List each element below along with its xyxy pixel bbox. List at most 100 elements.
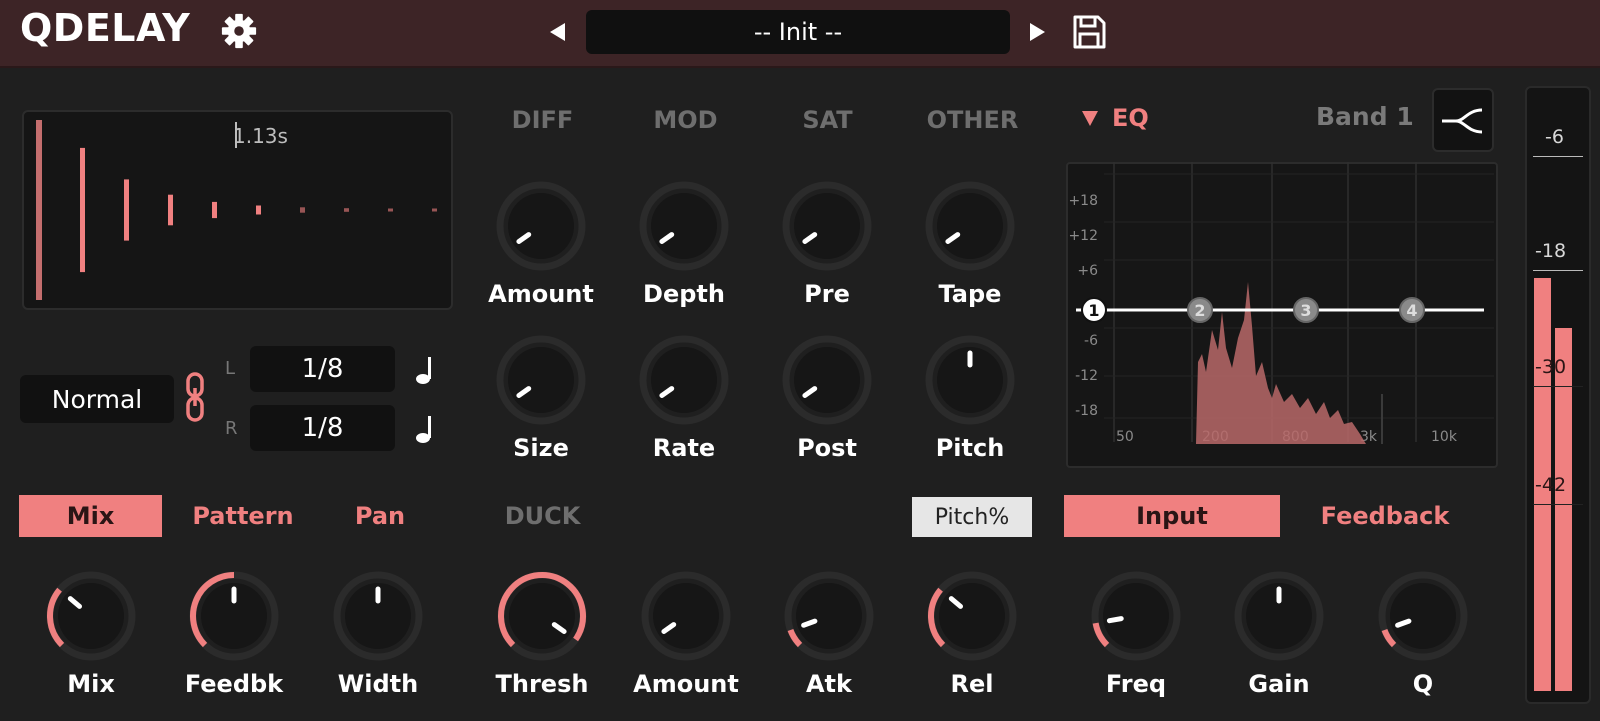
rate-label: Rate bbox=[652, 434, 716, 462]
right-channel-label: R bbox=[225, 418, 238, 439]
pre-label: Pre bbox=[804, 280, 850, 308]
eq-band-node[interactable]: 2 bbox=[1187, 297, 1213, 323]
output-level-meter: -6 -18 -30 -42 bbox=[1525, 86, 1591, 704]
left-time-field[interactable]: 1/8 bbox=[250, 346, 395, 392]
preset-name-display[interactable]: -- Init -- bbox=[586, 10, 1010, 54]
thresh-knob[interactable] bbox=[496, 570, 588, 662]
delay-tap-bar bbox=[212, 201, 217, 219]
left-time-value: 1/8 bbox=[301, 354, 344, 384]
delay-tap-bar bbox=[432, 208, 437, 212]
thresh-label: Thresh bbox=[495, 670, 589, 698]
gear-icon[interactable] bbox=[220, 12, 258, 50]
tab-input[interactable]: Input bbox=[1064, 495, 1280, 537]
depth-label: Depth bbox=[643, 280, 725, 308]
post-knob[interactable] bbox=[781, 334, 873, 426]
delay-time-readout: 1.13s bbox=[233, 124, 288, 148]
tab-duck[interactable]: DUCK bbox=[480, 502, 605, 530]
amount-knob[interactable] bbox=[495, 180, 587, 272]
filter-shape-button[interactable] bbox=[1432, 88, 1494, 152]
meter-scale-label: -18 bbox=[1535, 240, 1567, 262]
freq-knob[interactable] bbox=[1090, 570, 1182, 662]
tab-other[interactable]: OTHER bbox=[905, 106, 1040, 134]
svg-text:4: 4 bbox=[1406, 301, 1417, 320]
eq-db-label: +18 bbox=[1068, 193, 1098, 209]
width-label: Width bbox=[337, 670, 419, 698]
meter-scale-label: -30 bbox=[1535, 356, 1567, 378]
delay-tap-bar bbox=[344, 208, 349, 212]
size-label: Size bbox=[513, 434, 569, 462]
delay-tap-bar bbox=[168, 194, 173, 226]
filter-shape-icon bbox=[1442, 108, 1483, 134]
svg-text:2: 2 bbox=[1194, 301, 1205, 320]
eq-band-node[interactable]: 1 bbox=[1081, 297, 1107, 323]
mix-knob[interactable] bbox=[45, 570, 137, 662]
tape-label: Tape bbox=[938, 280, 1002, 308]
feedback-label: Feedbk bbox=[184, 670, 284, 698]
quarter-note-icon[interactable] bbox=[414, 413, 436, 445]
q-knob[interactable] bbox=[1377, 570, 1469, 662]
eq-spectrum-fill bbox=[1196, 282, 1366, 444]
delay-mode-select[interactable]: Normal bbox=[20, 375, 174, 423]
q-label: Q bbox=[1412, 670, 1434, 698]
eq-band-node[interactable]: 3 bbox=[1293, 297, 1319, 323]
tab-sat[interactable]: SAT bbox=[775, 106, 880, 134]
delay-tap-bar bbox=[256, 205, 261, 215]
floppy-disk-icon[interactable] bbox=[1070, 13, 1108, 51]
svg-text:1: 1 bbox=[1088, 301, 1099, 320]
attack-knob[interactable] bbox=[783, 570, 875, 662]
tab-pan[interactable]: Pan bbox=[335, 502, 425, 530]
eq-db-label: +12 bbox=[1068, 228, 1098, 244]
eq-band-label: Band 1 bbox=[1316, 102, 1414, 131]
delay-tap-bar bbox=[36, 120, 42, 300]
delay-tap-bar bbox=[80, 147, 85, 273]
gain-knob[interactable] bbox=[1233, 570, 1325, 662]
tab-mix[interactable]: Mix bbox=[19, 495, 162, 537]
tab-pattern[interactable]: Pattern bbox=[178, 502, 308, 530]
eq-db-label: +6 bbox=[1077, 263, 1098, 279]
right-time-value: 1/8 bbox=[301, 413, 344, 443]
duck-amount-knob[interactable] bbox=[640, 570, 732, 662]
delay-tap-bar bbox=[388, 208, 393, 212]
left-channel-label: L bbox=[225, 358, 236, 379]
freq-label: Freq bbox=[1105, 670, 1167, 698]
release-label: Rel bbox=[950, 670, 994, 698]
triangle-down-icon[interactable] bbox=[1080, 108, 1100, 128]
delay-tap-bar bbox=[300, 207, 305, 213]
svg-text:3: 3 bbox=[1300, 301, 1311, 320]
duck-amount-label: Amount bbox=[633, 670, 739, 698]
chain-link-icon[interactable] bbox=[184, 372, 206, 422]
pitch-percent-toggle[interactable]: Pitch% bbox=[912, 497, 1032, 537]
prev-preset-icon[interactable] bbox=[547, 20, 567, 44]
eq-title[interactable]: EQ bbox=[1112, 104, 1149, 132]
release-knob[interactable] bbox=[926, 570, 1018, 662]
eq-db-label: -18 bbox=[1075, 403, 1098, 419]
amount-label: Amount bbox=[488, 280, 594, 308]
right-time-field[interactable]: 1/8 bbox=[250, 405, 395, 451]
pitch-knob[interactable] bbox=[924, 334, 1016, 426]
pre-knob[interactable] bbox=[781, 180, 873, 272]
next-preset-icon[interactable] bbox=[1028, 20, 1048, 44]
preset-name: -- Init -- bbox=[753, 18, 843, 46]
tab-feedback[interactable]: Feedback bbox=[1310, 502, 1460, 530]
eq-curve-display: +18+12+6-6-12-18502008003k10k 1234 bbox=[1068, 162, 1494, 445]
app-title: QDELAY bbox=[20, 6, 191, 50]
meter-scale-label: -6 bbox=[1545, 126, 1564, 148]
tape-knob[interactable] bbox=[924, 180, 1016, 272]
gain-label: Gain bbox=[1248, 670, 1310, 698]
depth-knob[interactable] bbox=[638, 180, 730, 272]
delay-tap-bar bbox=[124, 179, 129, 241]
pitch-percent-label: Pitch% bbox=[934, 504, 1010, 530]
tab-diff[interactable]: DIFF bbox=[490, 106, 595, 134]
attack-label: Atk bbox=[805, 670, 852, 698]
tab-mod[interactable]: MOD bbox=[633, 106, 738, 134]
size-knob[interactable] bbox=[495, 334, 587, 426]
quarter-note-icon[interactable] bbox=[414, 354, 436, 386]
header-bar: QDELAY -- Init -- bbox=[0, 0, 1600, 68]
pitch-label: Pitch bbox=[935, 434, 1005, 462]
width-knob[interactable] bbox=[332, 570, 424, 662]
feedback-knob[interactable] bbox=[188, 570, 280, 662]
eq-band-node[interactable]: 4 bbox=[1399, 297, 1425, 323]
eq-db-label: -12 bbox=[1075, 368, 1098, 384]
delay-mode-value: Normal bbox=[51, 384, 143, 414]
rate-knob[interactable] bbox=[638, 334, 730, 426]
